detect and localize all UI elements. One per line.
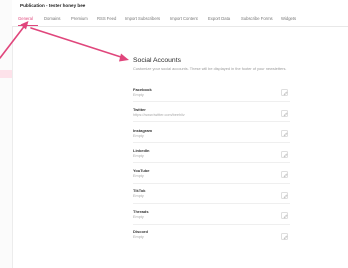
annotation-arrows <box>0 21 129 62</box>
